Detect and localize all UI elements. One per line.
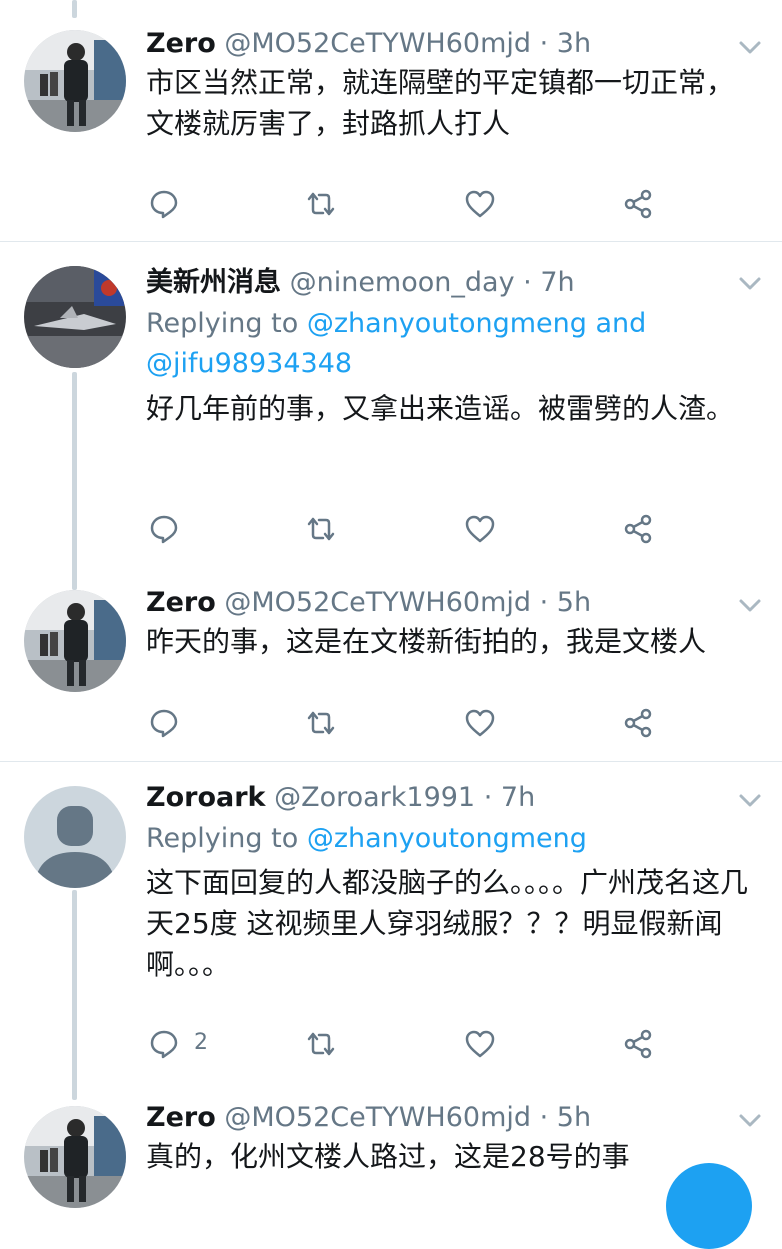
retweet-icon[interactable]	[305, 1028, 337, 1060]
avatar[interactable]	[24, 786, 126, 888]
replying-to-label: Replying to	[146, 308, 299, 339]
replying-to-and: and	[595, 308, 647, 339]
like-icon[interactable]	[464, 707, 496, 739]
retweet-icon[interactable]	[305, 707, 337, 739]
timestamp[interactable]: 7h	[540, 267, 574, 298]
like-icon[interactable]	[464, 188, 496, 220]
chevron-down-icon[interactable]	[738, 276, 762, 292]
replying-to: Replying to @zhanyoutongmeng and @jifu98…	[146, 304, 746, 384]
user-handle[interactable]: @ninemoon_day	[290, 267, 515, 298]
tweet-text: 市区当然正常，就连隔壁的平定镇都一切正常，文楼就厉害了，封路抓人打人	[146, 66, 735, 140]
display-name[interactable]: Zero	[146, 1102, 216, 1133]
tweet-text: 这下面回复的人都没脑子的么。。。。广州茂名这几天25度 这视频里人穿羽绒服？？？…	[146, 866, 749, 981]
tweet-header: Zero @MO52CeTYWH60mjd · 3h	[146, 27, 591, 61]
user-handle[interactable]: @Zoroark1991	[274, 782, 475, 813]
chevron-down-icon[interactable]	[738, 598, 762, 614]
replying-to-user[interactable]: @jifu98934348	[146, 348, 352, 379]
chevron-down-icon[interactable]	[738, 1113, 762, 1129]
timestamp[interactable]: 7h	[501, 782, 535, 813]
thread-line	[72, 890, 77, 1100]
chevron-down-icon[interactable]	[738, 40, 762, 56]
divider	[0, 241, 782, 242]
reply-icon[interactable]	[148, 1028, 180, 1060]
tweet-header: Zero @MO52CeTYWH60mjd · 5h	[146, 1101, 591, 1135]
tweet-text: 好几年前的事，又拿出来造谣。被雷劈的人渣。	[146, 392, 735, 425]
display-name[interactable]: Zero	[146, 587, 216, 618]
avatar[interactable]	[24, 590, 126, 692]
display-name[interactable]: Zoroark	[146, 782, 265, 813]
timestamp[interactable]: 3h	[557, 28, 591, 59]
display-name[interactable]: 美新州消息	[146, 267, 281, 298]
user-handle[interactable]: @MO52CeTYWH60mjd	[224, 28, 531, 59]
avatar[interactable]	[24, 266, 126, 368]
display-name[interactable]: Zero	[146, 28, 216, 59]
tweet-header: Zoroark @Zoroark1991 · 7h	[146, 781, 535, 815]
user-handle[interactable]: @MO52CeTYWH60mjd	[224, 587, 531, 618]
tweet-text: 真的，化州文楼人路过，这是28号的事	[146, 1140, 630, 1173]
replying-to-label: Replying to	[146, 823, 299, 854]
share-icon[interactable]	[622, 188, 654, 220]
separator-dot: ·	[539, 587, 549, 618]
tweet-text: 昨天的事，这是在文楼新街拍的，我是文楼人	[146, 625, 707, 658]
share-icon[interactable]	[622, 1028, 654, 1060]
chevron-down-icon[interactable]	[738, 793, 762, 809]
divider	[0, 761, 782, 762]
reply-icon[interactable]	[148, 513, 180, 545]
retweet-icon[interactable]	[305, 188, 337, 220]
avatar[interactable]	[24, 30, 126, 132]
replying-to-user[interactable]: @zhanyoutongmeng	[307, 823, 587, 854]
reply-icon[interactable]	[148, 707, 180, 739]
separator-dot: ·	[523, 267, 532, 298]
share-icon[interactable]	[622, 707, 654, 739]
tweet-header: 美新州消息 @ninemoon_day · 7h	[146, 266, 575, 300]
share-icon[interactable]	[622, 513, 654, 545]
user-handle[interactable]: @MO52CeTYWH60mjd	[224, 1102, 531, 1133]
separator-dot: ·	[539, 28, 549, 59]
tweet-header: Zero @MO52CeTYWH60mjd · 5h	[146, 586, 591, 620]
separator-dot: ·	[483, 782, 493, 813]
timestamp[interactable]: 5h	[557, 587, 591, 618]
avatar[interactable]	[24, 1106, 126, 1208]
retweet-icon[interactable]	[305, 513, 337, 545]
like-icon[interactable]	[464, 513, 496, 545]
thread-line	[72, 0, 77, 18]
replying-to-user[interactable]: @zhanyoutongmeng	[307, 308, 587, 339]
separator-dot: ·	[539, 1102, 549, 1133]
reply-icon[interactable]	[148, 188, 180, 220]
compose-button[interactable]	[666, 1163, 752, 1249]
timestamp[interactable]: 5h	[557, 1102, 591, 1133]
replying-to: Replying to @zhanyoutongmeng	[146, 819, 746, 859]
like-icon[interactable]	[464, 1028, 496, 1060]
thread-line	[72, 372, 77, 590]
reply-count: 2	[194, 1030, 208, 1055]
